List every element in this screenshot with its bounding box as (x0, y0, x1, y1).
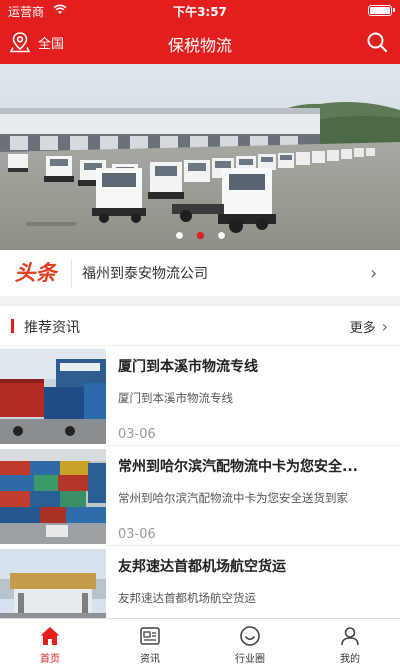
tab-label: 资讯 (140, 654, 160, 665)
tab-mine[interactable]: 我的 (300, 619, 400, 666)
list-item[interactable]: 常州到哈尔滨汽配物流中卡为您安全... 常州到哈尔滨汽配物流中卡为您安全送货到家… (0, 446, 400, 546)
news-date: 03-06 (118, 527, 156, 542)
tab-news[interactable]: 资讯 (100, 619, 200, 666)
headline-text: 福州到泰安物流公司 (82, 266, 208, 282)
carousel-dot[interactable] (217, 232, 225, 239)
status-time: 下午3:57 (173, 5, 227, 19)
banner-image (0, 64, 400, 250)
news-title: 常州到哈尔滨汽配物流中卡为您安全... (118, 459, 358, 475)
news-thumbnail (0, 549, 106, 618)
news-desc: 友邦速达首都机场航空货运 (118, 591, 256, 605)
carousel-dot-active[interactable] (196, 232, 204, 239)
tab-industry-circle[interactable]: 行业圈 (200, 619, 300, 666)
list-item[interactable]: 厦门到本溪市物流专线 厦门到本溪市物流专线 03-06 (0, 346, 400, 446)
tab-label: 我的 (340, 654, 360, 665)
news-thumbnail (0, 449, 106, 544)
more-label: 更多 (349, 321, 376, 336)
news-thumbnail (0, 349, 106, 444)
tab-home[interactable]: 首页 (0, 619, 100, 666)
news-title: 厦门到本溪市物流专线 (118, 359, 258, 375)
section-accent (11, 319, 14, 333)
headline-badge: 头条 (0, 259, 72, 287)
tab-label: 行业圈 (235, 654, 265, 665)
news-desc: 厦门到本溪市物流专线 (118, 391, 233, 405)
banner-carousel[interactable] (0, 64, 400, 250)
more-button[interactable]: 更多 › (350, 317, 388, 336)
home-icon (40, 627, 60, 645)
circle-icon (240, 626, 260, 646)
section-header: 推荐资讯 更多 › (0, 306, 400, 346)
list-item[interactable]: 友邦速达首都机场航空货运 友邦速达首都机场航空货运 (0, 546, 400, 618)
tab-bar: 首页 资讯 行业圈 我的 (0, 618, 400, 666)
carousel-dot[interactable] (175, 232, 183, 239)
carousel-indicators (0, 232, 400, 239)
user-icon (341, 627, 359, 646)
news-desc: 常州到哈尔滨汽配物流中卡为您安全送货到家 (118, 491, 348, 505)
search-icon[interactable] (366, 31, 388, 53)
chevron-right-icon: › (381, 317, 388, 336)
headline-bar[interactable]: 头条 福州到泰安物流公司 › (0, 250, 400, 296)
chevron-right-icon: › (370, 262, 378, 284)
app-header: 运营商 下午3:57 全国 保税物流 (0, 0, 400, 64)
section-title: 推荐资讯 (24, 320, 80, 336)
news-date: 03-06 (118, 427, 156, 442)
nav-bar: 全国 保税物流 (0, 22, 400, 62)
news-icon (140, 627, 160, 645)
battery-icon (368, 5, 395, 16)
status-bar: 运营商 下午3:57 (0, 0, 400, 20)
tab-label: 首页 (40, 654, 60, 665)
news-title: 友邦速达首都机场航空货运 (118, 559, 286, 575)
news-list: 厦门到本溪市物流专线 厦门到本溪市物流专线 03-06 常州到哈尔滨汽配物流中卡… (0, 346, 400, 618)
page-title: 保税物流 (167, 36, 232, 55)
